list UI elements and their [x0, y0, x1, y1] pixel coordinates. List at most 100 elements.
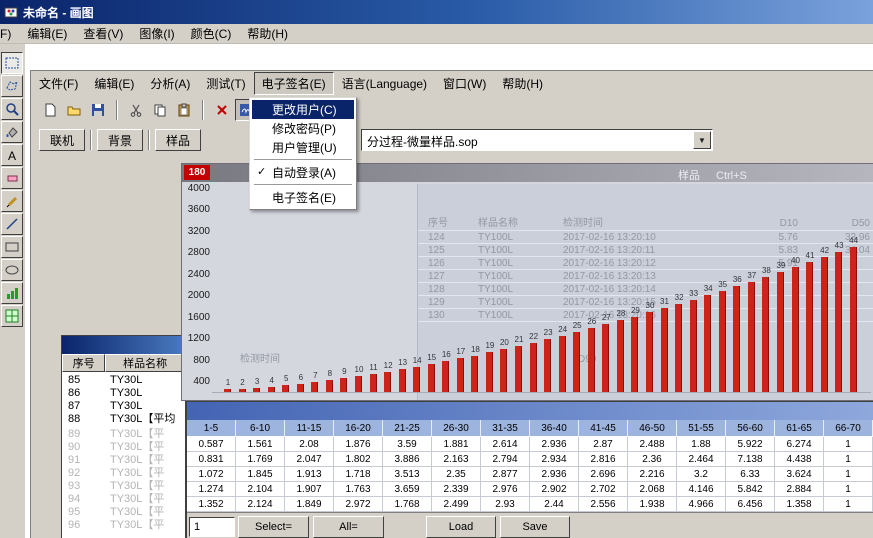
text-tool[interactable]: A	[1, 144, 23, 166]
grid-cell[interactable]: 2.936	[530, 437, 579, 452]
grid-column-header-8[interactable]: 36-40	[530, 420, 579, 437]
grid-cell[interactable]: 2.816	[579, 452, 628, 467]
open-icon[interactable]	[63, 99, 85, 121]
grid-column-header-10[interactable]: 46-50	[628, 420, 677, 437]
fill-tool[interactable]	[1, 121, 23, 143]
combo-dropdown-arrow[interactable]: ▼	[693, 131, 711, 149]
grid-cell[interactable]: 2.499	[432, 497, 481, 512]
grid-column-header-9[interactable]: 41-45	[579, 420, 628, 437]
grid-cell[interactable]: 1.769	[236, 452, 285, 467]
grid-cell[interactable]: 2.047	[285, 452, 334, 467]
grid-cell[interactable]: 2.884	[775, 482, 824, 497]
grid-cell[interactable]: 2.488	[628, 437, 677, 452]
grid-cell[interactable]: 5.922	[726, 437, 775, 452]
grid-cell[interactable]: 1.352	[187, 497, 236, 512]
grid-cell[interactable]: 1.849	[285, 497, 334, 512]
grid-cell[interactable]: 2.696	[579, 467, 628, 482]
grid-column-header-12[interactable]: 56-60	[726, 420, 775, 437]
grid-cell[interactable]: 3.886	[383, 452, 432, 467]
grid-cell[interactable]: 3.659	[383, 482, 432, 497]
grid-button-save[interactable]: Save	[500, 516, 570, 538]
grid-cell[interactable]: 1.876	[334, 437, 383, 452]
grid-cell[interactable]: 7.138	[726, 452, 775, 467]
grid-cell[interactable]: 1.358	[775, 497, 824, 512]
grid-cell[interactable]: 2.614	[481, 437, 530, 452]
analyzer-menu-item-5[interactable]: 电子签名(E)	[254, 72, 334, 95]
eraser-tool[interactable]	[1, 167, 23, 189]
grid-cell[interactable]: 3.513	[383, 467, 432, 482]
signature-menu-item-7[interactable]: 电子签名(E)	[252, 188, 354, 207]
grid-cell[interactable]: 2.163	[432, 452, 481, 467]
grid-cell[interactable]: 2.104	[236, 482, 285, 497]
sample-row[interactable]: 88TY30L【平均	[62, 413, 185, 426]
grid-cell[interactable]: 2.934	[530, 452, 579, 467]
sample-header-2[interactable]: 样品名称	[105, 354, 185, 372]
grid-column-header-13[interactable]: 61-65	[775, 420, 824, 437]
grid-cell[interactable]: 2.08	[285, 437, 334, 452]
grid-column-header-7[interactable]: 31-35	[481, 420, 530, 437]
analyzer-menu-item-2[interactable]: 编辑(E)	[86, 72, 142, 95]
analyzer-menu-item-4[interactable]: 测试(T)	[198, 72, 253, 95]
grid-column-header-3[interactable]: 11-15	[285, 420, 334, 437]
grid-cell[interactable]: 1.913	[285, 467, 334, 482]
signature-menu-item-3[interactable]: 用户管理(U)	[252, 138, 354, 157]
grid-cell[interactable]: 2.794	[481, 452, 530, 467]
grid-cell[interactable]: 1.718	[334, 467, 383, 482]
grid-cell[interactable]: 2.972	[334, 497, 383, 512]
sample-header-1[interactable]: 序号	[62, 354, 105, 372]
grid-cell[interactable]: 2.87	[579, 437, 628, 452]
grid-column-header-4[interactable]: 16-20	[334, 420, 383, 437]
free-select-tool[interactable]	[1, 75, 23, 97]
analyzer-menu-item-6[interactable]: 语言(Language)	[334, 72, 435, 95]
sample-row[interactable]: 85TY30L	[62, 374, 185, 387]
pencil-tool[interactable]	[1, 190, 23, 212]
paint-menu-item-6[interactable]: 帮助(H)	[239, 24, 296, 44]
signature-menu-item-1[interactable]: 更改用户(C)	[252, 100, 354, 119]
sample-row[interactable]: 87TY30L	[62, 400, 185, 413]
paint-menu-item-5[interactable]: 颜色(C)	[183, 24, 240, 44]
grid-cell[interactable]: 0.831	[187, 452, 236, 467]
paint-menu-item-4[interactable]: 图像(I)	[131, 24, 182, 44]
grid-cell[interactable]: 1.802	[334, 452, 383, 467]
magnifier-tool[interactable]	[1, 98, 23, 120]
select-rect-tool[interactable]	[1, 52, 23, 74]
grid-cell[interactable]: 1	[824, 437, 873, 452]
grid-column-header-14[interactable]: 66-70	[824, 420, 873, 437]
paste-icon[interactable]	[173, 99, 195, 121]
grid-cell[interactable]: 1	[824, 452, 873, 467]
grid-cell[interactable]: 1.561	[236, 437, 285, 452]
grid-cell[interactable]: 1.763	[334, 482, 383, 497]
grid-cell[interactable]: 1.881	[432, 437, 481, 452]
grid-cell[interactable]: 1.072	[187, 467, 236, 482]
grid-cell[interactable]: 1.907	[285, 482, 334, 497]
grid-cell[interactable]: 1	[824, 497, 873, 512]
signature-menu-item-2[interactable]: 修改密码(P)	[252, 119, 354, 138]
grid-cell[interactable]: 1.768	[383, 497, 432, 512]
grid-column-header-6[interactable]: 26-30	[432, 420, 481, 437]
sample-list-titlebar[interactable]	[62, 336, 185, 354]
grid-cell[interactable]: 2.702	[579, 482, 628, 497]
grid-cell[interactable]: 1.938	[628, 497, 677, 512]
sop-combobox[interactable]: 分过程-微量样品.sop ▼	[361, 129, 713, 151]
grid-cell[interactable]: 6.456	[726, 497, 775, 512]
grid-cell[interactable]: 6.274	[775, 437, 824, 452]
line-tool[interactable]	[1, 213, 23, 235]
grid-cell[interactable]: 4.438	[775, 452, 824, 467]
delete-icon[interactable]	[211, 99, 233, 121]
grid-green-tool[interactable]	[1, 305, 23, 327]
grid-button-all[interactable]: All=	[313, 516, 384, 538]
paint-menu-item-2[interactable]: 编辑(E)	[19, 24, 75, 44]
grid-cell[interactable]: 1	[824, 482, 873, 497]
grid-cell[interactable]: 1.845	[236, 467, 285, 482]
grid-cell[interactable]: 2.976	[481, 482, 530, 497]
grid-column-header-11[interactable]: 51-55	[677, 420, 726, 437]
grid-column-header-1[interactable]: 1-5	[187, 420, 236, 437]
analyzer-menu-item-7[interactable]: 窗口(W)	[435, 72, 494, 95]
grid-cell[interactable]: 2.556	[579, 497, 628, 512]
new-icon[interactable]	[39, 99, 61, 121]
mode-button-3[interactable]: 样品	[155, 129, 201, 151]
signature-menu-item-5[interactable]: ✓自动登录(A)	[252, 163, 354, 182]
analyzer-menu-item-8[interactable]: 帮助(H)	[494, 72, 551, 95]
grid-cell[interactable]: 6.33	[726, 467, 775, 482]
grid-cell[interactable]: 2.44	[530, 497, 579, 512]
